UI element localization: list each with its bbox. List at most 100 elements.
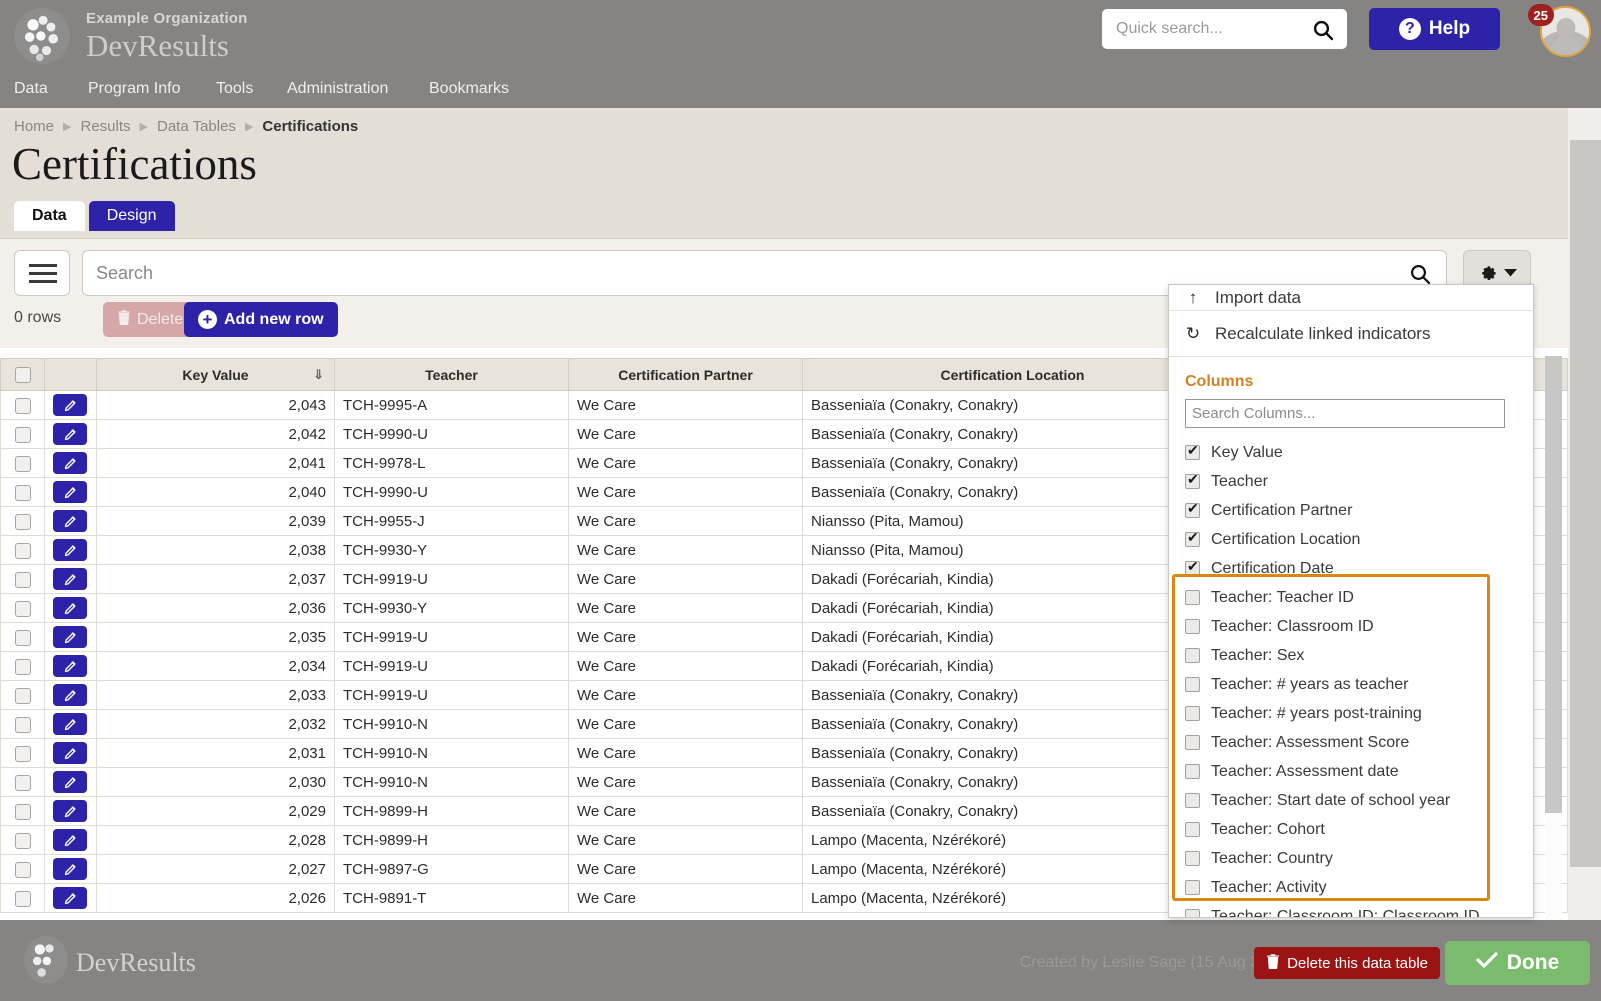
nav-item-program-info[interactable]: Program Info <box>88 72 180 108</box>
checkbox-icon[interactable] <box>1185 471 1200 489</box>
checkbox-icon[interactable] <box>14 861 31 878</box>
row-edit-cell[interactable] <box>44 767 97 797</box>
row-edit-cell[interactable] <box>44 593 97 623</box>
checkbox-icon[interactable] <box>1185 880 1200 895</box>
row-edit-cell[interactable] <box>44 680 97 710</box>
row-edit-cell[interactable] <box>44 622 97 652</box>
columns-search-input[interactable] <box>1186 400 1504 427</box>
column-header-certification-location[interactable]: Certification Location <box>802 358 1223 391</box>
checkbox-icon[interactable] <box>14 803 31 820</box>
pencil-edit-icon[interactable] <box>53 887 87 909</box>
row-edit-cell[interactable] <box>44 651 97 681</box>
row-select-cell[interactable] <box>0 448 45 478</box>
row-edit-cell[interactable] <box>44 796 97 826</box>
row-select-cell[interactable] <box>0 767 45 797</box>
row-select-cell[interactable] <box>0 651 45 681</box>
row-select-cell[interactable] <box>0 680 45 710</box>
checkbox-icon[interactable] <box>14 367 31 384</box>
row-edit-cell[interactable] <box>44 506 97 536</box>
checkbox-icon[interactable] <box>1185 442 1200 460</box>
row-select-cell[interactable] <box>0 564 45 594</box>
row-edit-cell[interactable] <box>44 535 97 565</box>
checkbox-icon[interactable] <box>14 542 31 559</box>
row-select-cell[interactable] <box>0 477 45 507</box>
quick-search-input[interactable] <box>1116 9 1301 49</box>
pencil-edit-icon[interactable] <box>53 655 87 677</box>
row-select-cell[interactable] <box>0 796 45 826</box>
pencil-edit-icon[interactable] <box>53 423 87 445</box>
checkbox-icon[interactable] <box>14 426 31 443</box>
row-edit-cell[interactable] <box>44 477 97 507</box>
select-all-header[interactable] <box>0 358 45 391</box>
checkbox-icon[interactable] <box>14 629 31 646</box>
pencil-edit-icon[interactable] <box>53 510 87 532</box>
breadcrumb-item-data-tables[interactable]: Data Tables <box>157 118 236 135</box>
column-option-row[interactable]: Teacher: Country <box>1169 844 1533 873</box>
checkbox-icon[interactable] <box>14 513 31 530</box>
breadcrumb-item-home[interactable]: Home <box>14 118 54 135</box>
checkbox-icon[interactable] <box>14 832 31 849</box>
pencil-edit-icon[interactable] <box>53 539 87 561</box>
hamburger-menu-icon[interactable] <box>14 250 70 296</box>
pencil-edit-icon[interactable] <box>53 394 87 416</box>
row-select-cell[interactable] <box>0 738 45 768</box>
checkbox-icon[interactable] <box>14 658 31 675</box>
row-edit-cell[interactable] <box>44 448 97 478</box>
pencil-edit-icon[interactable] <box>53 771 87 793</box>
row-edit-cell[interactable] <box>44 709 97 739</box>
dropdown-item-recalculate-linked-indicators[interactable]: ↻ Recalculate linked indicators <box>1169 311 1533 357</box>
column-option-row[interactable]: Teacher: Start date of school year <box>1169 786 1533 815</box>
add-new-row-button[interactable]: + Add new row <box>184 302 338 337</box>
pencil-edit-icon[interactable] <box>53 568 87 590</box>
dropdown-item-import-data[interactable]: ↑ Import data <box>1169 285 1533 311</box>
row-select-cell[interactable] <box>0 535 45 565</box>
column-option-row[interactable]: Teacher <box>1169 467 1533 496</box>
dropdown-scrollbar[interactable] <box>1545 356 1562 920</box>
dropdown-scrollbar-thumb[interactable] <box>1545 356 1562 813</box>
column-option-row[interactable]: Teacher: Activity <box>1169 873 1533 902</box>
row-edit-cell[interactable] <box>44 390 97 420</box>
checkbox-icon[interactable] <box>14 484 31 501</box>
pencil-edit-icon[interactable] <box>53 452 87 474</box>
pencil-edit-icon[interactable] <box>53 626 87 648</box>
row-edit-cell[interactable] <box>44 564 97 594</box>
checkbox-icon[interactable] <box>1185 500 1200 518</box>
column-option-row[interactable]: Certification Date <box>1169 554 1533 583</box>
page-scrollbar[interactable] <box>1568 108 1601 920</box>
nav-item-bookmarks[interactable]: Bookmarks <box>429 72 509 108</box>
sort-descending-arrow-icon[interactable]: ⇓ <box>313 367 324 383</box>
quick-search-box[interactable] <box>1102 9 1347 49</box>
checkbox-icon[interactable] <box>14 890 31 907</box>
pencil-edit-icon[interactable] <box>53 829 87 851</box>
checkbox-icon[interactable] <box>14 571 31 588</box>
row-select-cell[interactable] <box>0 825 45 855</box>
search-icon[interactable] <box>1311 18 1335 47</box>
column-option-row[interactable]: Teacher: # years as teacher <box>1169 670 1533 699</box>
tab-data[interactable]: Data <box>14 201 85 231</box>
nav-item-tools[interactable]: Tools <box>216 72 253 108</box>
checkbox-icon[interactable] <box>1185 677 1200 692</box>
row-select-cell[interactable] <box>0 390 45 420</box>
row-select-cell[interactable] <box>0 622 45 652</box>
page-scrollbar-thumb[interactable] <box>1570 140 1601 867</box>
pencil-edit-icon[interactable] <box>53 800 87 822</box>
column-option-row[interactable]: Teacher: Classroom ID <box>1169 612 1533 641</box>
pencil-edit-icon[interactable] <box>53 858 87 880</box>
row-edit-cell[interactable] <box>44 825 97 855</box>
checkbox-icon[interactable] <box>14 774 31 791</box>
column-option-row[interactable]: Certification Location <box>1169 525 1533 554</box>
row-select-cell[interactable] <box>0 419 45 449</box>
checkbox-icon[interactable] <box>1185 706 1200 721</box>
column-header-certification-partner[interactable]: Certification Partner <box>568 358 803 391</box>
checkbox-icon[interactable] <box>1185 648 1200 663</box>
row-edit-cell[interactable] <box>44 419 97 449</box>
column-option-row[interactable]: Teacher: # years post-training <box>1169 699 1533 728</box>
checkbox-icon[interactable] <box>1185 793 1200 808</box>
row-edit-cell[interactable] <box>44 854 97 884</box>
row-select-cell[interactable] <box>0 506 45 536</box>
column-option-row[interactable]: Teacher: Assessment Score <box>1169 728 1533 757</box>
row-select-cell[interactable] <box>0 593 45 623</box>
breadcrumb-item-results[interactable]: Results <box>80 118 130 135</box>
checkbox-icon[interactable] <box>14 397 31 414</box>
nav-item-administration[interactable]: Administration <box>287 72 388 108</box>
